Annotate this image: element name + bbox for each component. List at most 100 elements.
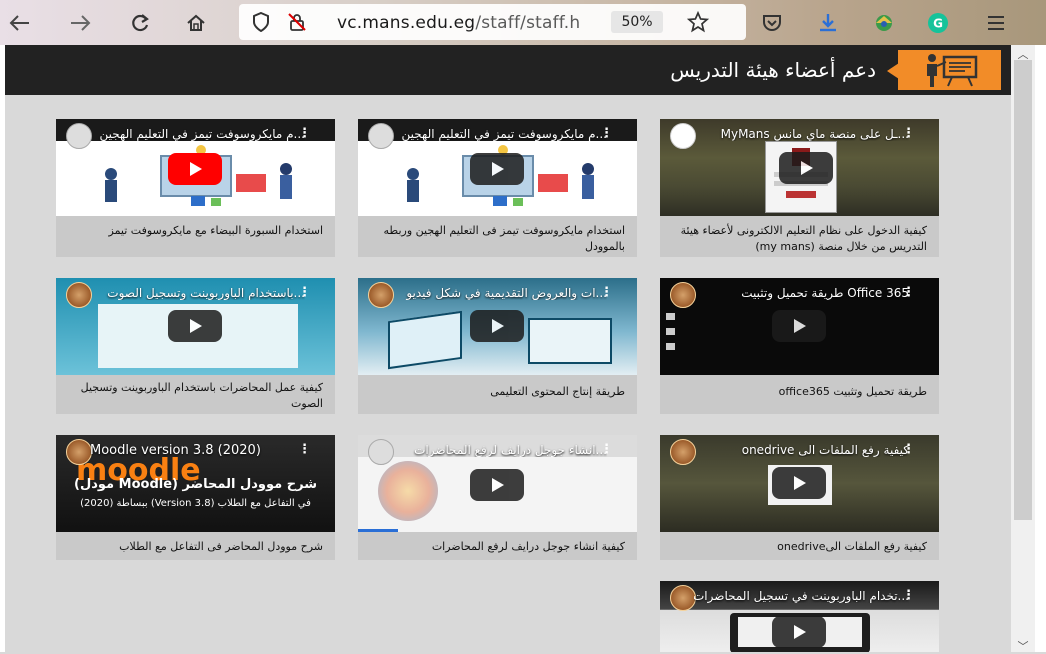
page-left-edge bbox=[0, 45, 5, 652]
video-caption[interactable]: استخدام السبورة البيضاء مع مايكروسوفت تي… bbox=[64, 223, 324, 239]
video-card[interactable]: ...م مايكروسوفت تيمز في التعليم الهجين ⋮… bbox=[358, 119, 637, 257]
pocket-icon[interactable] bbox=[758, 9, 786, 37]
scroll-up-arrow-icon[interactable]: ︿ bbox=[1013, 46, 1033, 61]
extension-icon[interactable] bbox=[870, 9, 898, 37]
more-options-icon[interactable]: ⋮ bbox=[902, 588, 915, 603]
browser-toolbar: vc.mans.edu.eg/staff/staff.h 50% G bbox=[0, 0, 1046, 45]
video-thumbnail[interactable]: ...م مايكروسوفت تيمز في التعليم الهجين ⋮ bbox=[358, 119, 637, 216]
forward-arrow-icon[interactable] bbox=[66, 9, 94, 37]
zoom-level-badge[interactable]: 50% bbox=[611, 11, 663, 33]
download-icon[interactable] bbox=[814, 9, 842, 37]
page-header: دعم أعضاء هيئة التدريس bbox=[5, 45, 1011, 95]
video-card[interactable]: كيفية رفع الملفات الى onedrive ⋮ كيفية ر… bbox=[660, 435, 939, 560]
channel-logo bbox=[670, 439, 696, 465]
video-thumb-title: كيفية رفع الملفات الى onedrive bbox=[741, 443, 909, 457]
video-caption[interactable]: كيفية انشاء جوجل درايف لرفع المحاضرات bbox=[366, 539, 625, 555]
play-icon[interactable] bbox=[772, 616, 826, 648]
video-caption[interactable]: كيفية عمل المحاضرات باستخدام الباوربوينت… bbox=[64, 380, 323, 412]
video-thumb-title: ...ـل على منصة ماي مانس MyMans bbox=[720, 127, 909, 141]
screen-image bbox=[528, 318, 612, 364]
back-arrow-icon[interactable] bbox=[6, 9, 34, 37]
window-edge bbox=[1035, 45, 1046, 652]
grammarly-icon[interactable]: G bbox=[924, 9, 952, 37]
video-thumbnail[interactable]: Office 365 طريقة تحميل وتثبيت ⋮ bbox=[660, 278, 939, 375]
channel-logo bbox=[66, 439, 92, 465]
svg-text:G: G bbox=[933, 17, 943, 31]
video-thumb-title: ...ات والعروض التقديمية في شكل فيديو bbox=[406, 286, 607, 300]
video-thumbnail[interactable]: ...ات والعروض التقديمية في شكل فيديو ⋮ bbox=[358, 278, 637, 375]
desktop-icons-image bbox=[666, 313, 676, 363]
play-icon[interactable] bbox=[779, 152, 833, 184]
more-options-icon[interactable]: ⋮ bbox=[600, 442, 613, 457]
video-thumb-title: ...م مايكروسوفت تيمز في التعليم الهجين bbox=[99, 127, 305, 141]
video-card[interactable]: ...م مايكروسوفت تيمز في التعليم الهجين ⋮… bbox=[56, 119, 335, 257]
video-caption[interactable]: كيفية الدخول على نظام التعليم الالكترونى… bbox=[668, 223, 927, 255]
channel-logo bbox=[670, 585, 696, 611]
video-thumb-title: Moodle version 3.8 (2020) bbox=[90, 443, 261, 458]
more-options-icon[interactable]: ⋮ bbox=[298, 126, 311, 141]
video-card[interactable]: ...ات والعروض التقديمية في شكل فيديو ⋮ ط… bbox=[358, 278, 637, 414]
page-title: دعم أعضاء هيئة التدريس bbox=[670, 58, 876, 82]
play-icon[interactable] bbox=[772, 467, 826, 499]
video-thumb-title: ...تخدام الباوربوينت في تسجيل المحاضرات bbox=[694, 589, 909, 603]
channel-logo bbox=[670, 123, 696, 149]
video-thumbnail[interactable]: ...م مايكروسوفت تيمز في التعليم الهجين ⋮ bbox=[56, 119, 335, 216]
more-options-icon[interactable]: ⋮ bbox=[600, 126, 613, 141]
video-thumb-title: ...باستخدام الباوربوينت وتسجيل الصوت bbox=[107, 286, 305, 300]
video-thumbnail[interactable]: ...تخدام الباوربوينت في تسجيل المحاضرات … bbox=[660, 581, 939, 652]
play-icon[interactable] bbox=[772, 310, 826, 342]
menu-icon[interactable] bbox=[982, 9, 1010, 37]
video-card[interactable]: moodle شرح موودل المحاضر (Moodle مودل) ف… bbox=[56, 435, 335, 560]
bookmark-star-icon[interactable] bbox=[686, 10, 710, 37]
video-card[interactable]: Office 365 طريقة تحميل وتثبيت ⋮ طريقة تح… bbox=[660, 278, 939, 414]
channel-logo bbox=[368, 439, 394, 465]
play-icon[interactable] bbox=[470, 310, 524, 342]
video-thumbnail[interactable]: كيفية رفع الملفات الى onedrive ⋮ bbox=[660, 435, 939, 532]
video-thumb-title: ...م مايكروسوفت تيمز في التعليم الهجين bbox=[401, 127, 607, 141]
more-options-icon[interactable]: ⋮ bbox=[298, 442, 311, 457]
more-options-icon[interactable]: ⋮ bbox=[902, 285, 915, 300]
play-icon[interactable] bbox=[470, 469, 524, 501]
video-thumbnail[interactable]: ...باستخدام الباوربوينت وتسجيل الصوت ⋮ bbox=[56, 278, 335, 375]
video-card[interactable]: ...تخدام الباوربوينت في تسجيل المحاضرات … bbox=[660, 581, 939, 652]
video-thumb-title: Office 365 طريقة تحميل وتثبيت bbox=[741, 286, 909, 300]
video-thumbnail[interactable]: ...ـل على منصة ماي مانس MyMans ⋮ bbox=[660, 119, 939, 216]
channel-logo bbox=[66, 282, 92, 308]
more-options-icon[interactable]: ⋮ bbox=[600, 285, 613, 300]
channel-logo bbox=[368, 282, 394, 308]
video-caption[interactable]: استخدام مايكروسوفت تيمز فى التعليم الهجي… bbox=[366, 223, 625, 255]
more-options-icon[interactable]: ⋮ bbox=[298, 285, 311, 300]
video-caption[interactable]: شرح موودل المحاضر فى التفاعل مع الطلاب bbox=[64, 539, 323, 555]
play-icon[interactable] bbox=[470, 153, 524, 185]
video-caption[interactable]: طريقة تحميل وتثبيت office365 bbox=[668, 384, 927, 400]
progress-bar bbox=[358, 529, 398, 532]
video-overlay-subtext: في التفاعل مع الطلاب (Version 3.8) ببساط… bbox=[80, 498, 311, 509]
video-thumbnail[interactable]: moodle شرح موودل المحاضر (Moodle مودل) ف… bbox=[56, 435, 335, 532]
chart-image bbox=[378, 461, 438, 521]
video-card[interactable]: ...ـل على منصة ماي مانس MyMans ⋮ كيفية ا… bbox=[660, 119, 939, 257]
scroll-down-arrow-icon[interactable]: ﹀ bbox=[1013, 638, 1033, 653]
video-thumbnail[interactable]: ...انشاء جوجل درايف لرفع المحاضرات ⋮ bbox=[358, 435, 637, 532]
url-path: /staff/staff.h bbox=[475, 13, 581, 33]
video-card[interactable]: ...انشاء جوجل درايف لرفع المحاضرات ⋮ كيف… bbox=[358, 435, 637, 560]
screen-image bbox=[388, 310, 462, 370]
more-options-icon[interactable]: ⋮ bbox=[902, 126, 915, 141]
scrollbar-thumb[interactable] bbox=[1014, 60, 1032, 520]
channel-logo bbox=[66, 123, 92, 149]
home-icon[interactable] bbox=[182, 9, 210, 37]
more-options-icon[interactable]: ⋮ bbox=[902, 442, 915, 457]
video-caption[interactable]: كيفية رفع الملفات الىonedrive bbox=[668, 539, 927, 555]
video-caption[interactable]: طريقة إنتاج المحتوى التعليمى bbox=[366, 384, 625, 400]
shield-icon[interactable] bbox=[252, 11, 270, 36]
video-card[interactable]: ...باستخدام الباوربوينت وتسجيل الصوت ⋮ ك… bbox=[56, 278, 335, 414]
play-icon[interactable] bbox=[168, 310, 222, 342]
video-overlay-text: شرح موودل المحاضر (Moodle مودل) bbox=[74, 477, 317, 492]
channel-logo bbox=[368, 123, 394, 149]
channel-logo bbox=[670, 282, 696, 308]
play-icon[interactable] bbox=[168, 153, 222, 185]
lock-strike-icon[interactable] bbox=[287, 12, 307, 36]
video-thumb-title: ...انشاء جوجل درايف لرفع المحاضرات bbox=[414, 443, 607, 457]
address-bar[interactable]: vc.mans.edu.eg/staff/staff.h 50% bbox=[239, 4, 746, 40]
url-text[interactable]: vc.mans.edu.eg/staff/staff.h bbox=[337, 13, 580, 33]
reload-icon[interactable] bbox=[126, 9, 154, 37]
